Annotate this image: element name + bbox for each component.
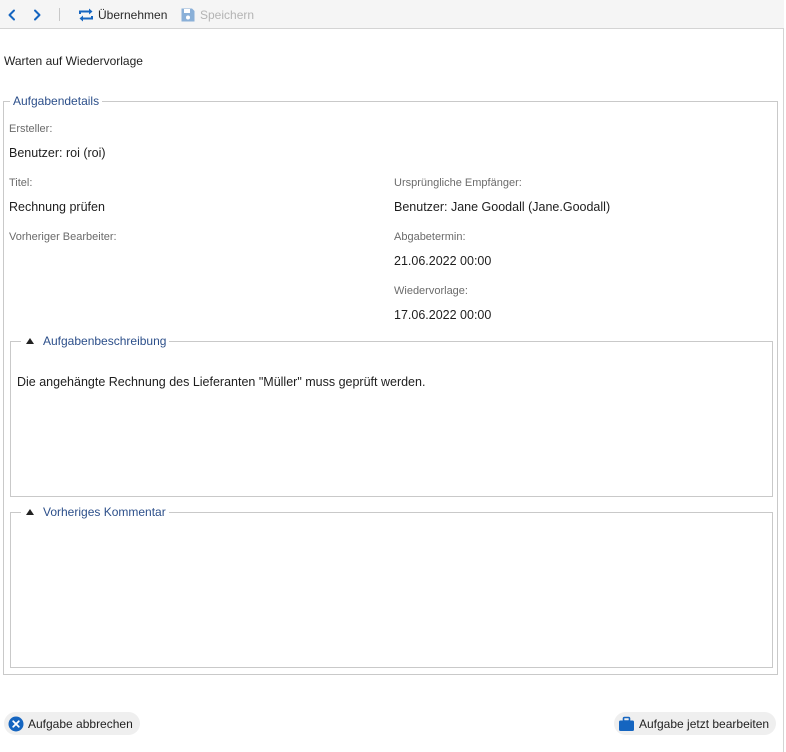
creator-label: Ersteller: <box>9 123 53 135</box>
previous-comment-group: Vorheriges Kommentar <box>10 505 773 668</box>
accept-button-label: Übernehmen <box>98 7 168 22</box>
edit-task-now-button[interactable]: Aufgabe jetzt bearbeiten <box>614 712 777 735</box>
previous-editor-label: Vorheriger Bearbeiter: <box>9 231 117 243</box>
accept-button[interactable]: Übernehmen <box>78 4 167 25</box>
task-description-group: Aufgabenbeschreibung Die angehängte Rech… <box>10 334 773 497</box>
chevron-left-icon <box>8 9 15 20</box>
edit-task-now-label: Aufgabe jetzt bearbeiten <box>639 716 770 731</box>
recipients-label: Ursprüngliche Empfänger: <box>394 177 522 189</box>
chevron-right-icon <box>34 9 41 20</box>
task-details-legend: Aufgabendetails <box>10 94 103 108</box>
previous-button[interactable] <box>5 4 19 25</box>
previous-comment-toggle[interactable]: Vorheriges Kommentar <box>21 505 169 519</box>
task-description-toggle[interactable]: Aufgabenbeschreibung <box>21 334 170 348</box>
save-button[interactable]: Speichern <box>180 4 254 25</box>
briefcase-icon <box>619 716 634 731</box>
cancel-task-label: Aufgabe abbrechen <box>28 716 133 731</box>
toolbar-separator <box>59 8 60 21</box>
save-button-label: Speichern <box>200 7 255 22</box>
collapse-triangle-icon <box>26 509 34 515</box>
collapse-triangle-icon <box>26 338 34 344</box>
task-description-legend: Aufgabenbeschreibung <box>43 334 167 348</box>
repeat-arrows-icon <box>79 8 93 21</box>
cancel-task-button[interactable]: Aufgabe abbrechen <box>4 712 140 735</box>
title-value: Rechnung prüfen <box>9 200 105 214</box>
resubmission-label: Wiedervorlage: <box>394 285 468 297</box>
due-date-label: Abgabetermin: <box>394 231 466 243</box>
recipients-value: Benutzer: Jane Goodall (Jane.Goodall) <box>394 200 611 214</box>
close-circle-icon <box>8 716 24 731</box>
task-description-text: Die angehängte Rechnung des Lieferanten … <box>17 375 426 389</box>
previous-comment-legend: Vorheriges Kommentar <box>43 505 166 519</box>
due-date-value: 21.06.2022 00:00 <box>394 254 492 268</box>
toolbar: Übernehmen Speichern <box>0 0 784 29</box>
floppy-disk-icon <box>181 8 195 21</box>
next-button[interactable] <box>30 4 44 25</box>
creator-value: Benutzer: roi (roi) <box>9 146 106 160</box>
resubmission-value: 17.06.2022 00:00 <box>394 308 492 322</box>
task-details-group: Aufgabendetails Ersteller: Benutzer: roi… <box>3 94 778 675</box>
task-status: Warten auf Wiedervorlage <box>4 54 143 68</box>
title-label: Titel: <box>9 177 33 189</box>
